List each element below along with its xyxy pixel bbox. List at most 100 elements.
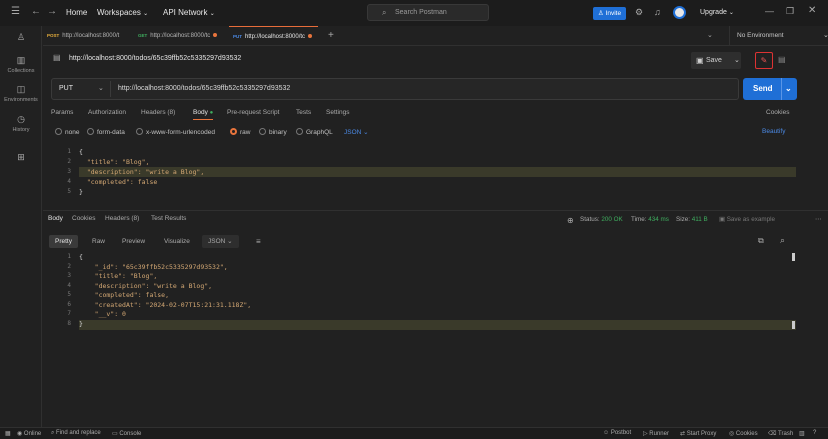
wrap-lines-icon[interactable]: ≡ xyxy=(250,235,267,248)
tab-settings[interactable]: Settings xyxy=(326,109,350,116)
workspaces-menu[interactable]: Workspaces ⌄ xyxy=(97,8,148,17)
body-format-select[interactable]: JSON ⌄ xyxy=(344,128,369,136)
body-type-none[interactable]: none xyxy=(55,128,79,136)
tab-body[interactable]: Body ● xyxy=(193,109,214,120)
home-link[interactable]: Home xyxy=(66,8,87,17)
response-body-viewer[interactable]: 1 2 3 4 5 6 7 8 { "_id": "65c39ffb52c533… xyxy=(49,251,796,336)
runner-button[interactable]: ▷ Runner xyxy=(643,430,669,437)
tab-headers[interactable]: Headers (8) xyxy=(141,109,175,116)
radio-selected-icon xyxy=(230,128,237,135)
layout-icon[interactable]: ▦ xyxy=(5,430,11,437)
code-line: "title": "Blog", xyxy=(79,158,150,166)
response-tab-test-results[interactable]: Test Results xyxy=(151,215,186,222)
method-select[interactable]: PUT xyxy=(59,85,73,92)
body-type-label: binary xyxy=(269,129,287,136)
body-type-binary[interactable]: binary xyxy=(259,128,287,136)
invite-label: Invite xyxy=(605,10,622,17)
sidebar-item-history[interactable]: ◷ History xyxy=(0,114,42,133)
copy-icon[interactable]: ⧉ xyxy=(758,236,764,246)
body-type-urlencoded[interactable]: x-www-form-urlencoded xyxy=(136,128,215,136)
help-icon[interactable]: ? xyxy=(813,430,816,436)
tab-label: http://localhost:8000/t xyxy=(62,33,120,39)
cookies-link[interactable]: Cookies xyxy=(766,109,789,116)
line-number: 5 xyxy=(67,291,71,298)
forward-arrow-icon[interactable]: → xyxy=(47,6,57,17)
search-input[interactable]: ⌕ Search Postman xyxy=(367,4,489,21)
response-tab-headers[interactable]: Headers (8) xyxy=(105,215,139,222)
more-options-icon[interactable]: ⋯ xyxy=(815,216,821,223)
body-type-raw[interactable]: raw xyxy=(230,128,250,136)
console-button[interactable]: ▭ Console xyxy=(112,430,141,437)
trash-button[interactable]: ⌫ Trash xyxy=(768,430,793,437)
sidebar-item-collections[interactable]: ▥ Collections xyxy=(0,55,42,74)
user-icon[interactable]: ♙ xyxy=(17,32,25,43)
code-line: "description": "write a Blog", xyxy=(79,282,213,290)
edit-icon[interactable]: ✎ xyxy=(755,52,773,69)
chevron-down-icon[interactable]: ⌄ xyxy=(707,31,713,39)
sidebar-item-environments[interactable]: ◫ Environments xyxy=(0,84,42,103)
scrollbar-thumb[interactable] xyxy=(792,321,795,329)
body-type-form-data[interactable]: form-data xyxy=(87,128,125,136)
tab-method: GET xyxy=(138,33,148,38)
invite-button[interactable]: ♙ Invite xyxy=(593,7,626,20)
chevron-down-icon: ⌄ xyxy=(363,129,369,136)
postbot-button[interactable]: ☺ Postbot xyxy=(603,430,631,436)
chevron-down-icon: ⌄ xyxy=(98,85,104,92)
sidebar-item-add-ons[interactable]: ⊞ xyxy=(0,152,42,165)
globe-icon[interactable]: ⊕ xyxy=(567,216,574,225)
scrollbar-thumb[interactable] xyxy=(792,253,795,261)
save-button[interactable]: ▣ Save ⌄ xyxy=(691,52,741,69)
status-readout[interactable]: Status: 200 OK xyxy=(580,216,623,223)
save-icon: ▣ xyxy=(719,216,725,223)
size-readout[interactable]: Size: 411 B xyxy=(676,216,708,223)
tab-params[interactable]: Params xyxy=(51,109,73,116)
cookies-button[interactable]: ◎ Cookies xyxy=(729,430,758,437)
beautify-link[interactable]: Beautify xyxy=(762,128,786,135)
bell-icon[interactable]: ♫ xyxy=(654,7,661,17)
tab-get[interactable]: GET http://localhost:8000/tc xyxy=(138,26,218,46)
view-pretty[interactable]: Pretty xyxy=(49,235,78,248)
maximize-icon[interactable]: ❐ xyxy=(786,6,794,17)
trash-bin-icon: ▥ xyxy=(16,55,26,65)
tab-tests[interactable]: Tests xyxy=(296,109,311,116)
api-network-menu[interactable]: API Network ⌄ xyxy=(163,8,215,17)
send-label: Send xyxy=(753,84,773,93)
view-visualize[interactable]: Visualize xyxy=(158,235,196,248)
tab-authorization[interactable]: Authorization xyxy=(88,109,126,116)
code-line: "completed": false xyxy=(79,178,158,186)
docs-icon[interactable]: ▤ xyxy=(778,55,786,64)
tab-put[interactable]: PUT http://localhost:8000/tc xyxy=(229,26,319,46)
grid-menu-icon[interactable]: ☰ xyxy=(11,6,20,17)
time-readout[interactable]: Time: 434 ms xyxy=(631,216,669,223)
time-value: 434 ms xyxy=(648,216,669,223)
response-tab-cookies[interactable]: Cookies xyxy=(72,215,95,222)
avatar[interactable] xyxy=(673,6,686,19)
upgrade-button[interactable]: Upgrade ⌄ xyxy=(700,9,734,16)
close-icon[interactable]: ✕ xyxy=(808,5,816,16)
tab-method: PUT xyxy=(233,34,242,39)
response-tab-body[interactable]: Body xyxy=(48,215,63,222)
minimize-icon[interactable]: — xyxy=(765,6,774,16)
tab-post[interactable]: POST http://localhost:8000/t xyxy=(47,26,119,46)
environment-selector[interactable]: No Environment ⌄ xyxy=(729,26,828,46)
response-format-select[interactable]: JSON ⌄ xyxy=(202,235,239,248)
two-pane-icon[interactable]: ▥ xyxy=(799,430,805,437)
url-input[interactable]: http://localhost:8000/todos/65c39ffb52c5… xyxy=(118,85,290,92)
view-preview[interactable]: Preview xyxy=(116,235,151,248)
body-type-graphql[interactable]: GraphQL xyxy=(296,128,333,136)
save-as-example-button[interactable]: ▣ Save as example xyxy=(719,216,775,223)
send-button[interactable]: Send ⌄ xyxy=(743,78,797,100)
request-title[interactable]: http://localhost:8000/todos/65c39ffb52c5… xyxy=(69,55,241,62)
find-replace-button[interactable]: ⌕ Find and replace xyxy=(51,430,101,437)
runner-label: Runner xyxy=(649,431,669,437)
gear-icon[interactable]: ⚙ xyxy=(635,7,643,18)
back-arrow-icon[interactable]: ← xyxy=(31,6,41,17)
request-body-editor[interactable]: 1 2 3 4 5 { "title": "Blog", "descriptio… xyxy=(49,144,796,210)
console-icon: ▭ xyxy=(112,431,118,437)
tab-pre-request-script[interactable]: Pre-request Script xyxy=(227,109,279,116)
start-proxy-button[interactable]: ⇄ Start Proxy xyxy=(680,430,716,437)
add-tab-icon[interactable]: + xyxy=(328,30,334,41)
online-status[interactable]: ◉ Online xyxy=(17,430,41,437)
search-icon[interactable]: ⌕ xyxy=(780,235,785,246)
view-raw[interactable]: Raw xyxy=(86,235,111,248)
